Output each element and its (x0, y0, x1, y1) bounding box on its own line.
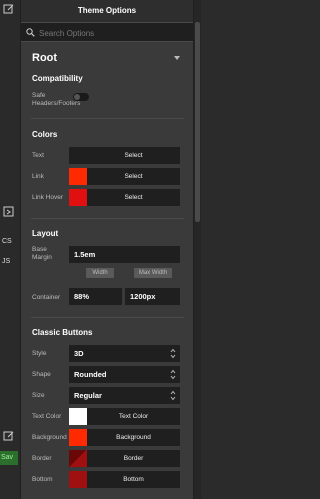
select-button-text[interactable]: Select (87, 147, 180, 164)
divider (31, 118, 184, 119)
divider (31, 317, 184, 318)
color-row-text: Select (69, 147, 180, 164)
container-width-input[interactable]: 88% (69, 288, 122, 305)
button-bottom-swatch[interactable] (69, 471, 87, 488)
search-input[interactable] (39, 26, 187, 40)
edit-icon[interactable] (3, 3, 15, 15)
color-swatch-text[interactable] (69, 147, 87, 164)
button-background-row: Background (69, 429, 180, 446)
shape-label: Shape (32, 371, 51, 378)
color-label-link: Link (32, 173, 44, 180)
button-border-row: Border (69, 450, 180, 467)
color-swatch-link[interactable] (69, 168, 87, 185)
container-max-width-input[interactable]: 1200px (125, 288, 180, 305)
scrollbar-thumb[interactable] (195, 22, 200, 222)
button-bottom-row: Bottom (69, 471, 180, 488)
color-swatch-link-hover[interactable] (69, 189, 87, 206)
button-text-color-row: Text Color (69, 408, 180, 425)
button-text-color-select[interactable]: Text Color (87, 408, 180, 425)
js-label[interactable]: JS (2, 258, 10, 265)
select-button-link[interactable]: Select (87, 168, 180, 185)
color-row-link: Select (69, 168, 180, 185)
search-bar (21, 22, 193, 42)
updown-arrows-icon (170, 390, 176, 401)
size-select[interactable]: Regular (69, 387, 180, 404)
root-section-title: Root (32, 52, 58, 64)
shape-select[interactable]: Rounded (69, 366, 180, 383)
color-label-text: Text (32, 152, 44, 159)
updown-arrows-icon (170, 369, 176, 380)
select-button-link-hover[interactable]: Select (87, 189, 180, 206)
toggle-knob (74, 94, 80, 100)
save-button[interactable]: Sav (0, 451, 18, 465)
button-text-color-swatch[interactable] (69, 408, 87, 425)
color-row-link-hover: Select (69, 189, 180, 206)
style-select[interactable]: 3D (69, 345, 180, 362)
border-label: Border (32, 455, 52, 462)
save-label: Sav (1, 454, 14, 461)
safe-headers-label: Safe Headers/Footers (32, 92, 81, 107)
collapse-caret-icon[interactable] (174, 56, 180, 60)
bottom-label: Bottom (32, 476, 53, 483)
left-app-strip: CS JS Sav (0, 0, 20, 499)
button-background-select[interactable]: Background (87, 429, 180, 446)
layout-title: Layout (32, 229, 59, 238)
compatibility-title: Compatibility (32, 74, 83, 83)
max-width-tag: Max Width (134, 268, 172, 278)
search-icon (26, 28, 35, 37)
divider (31, 218, 184, 219)
classic-buttons-title: Classic Buttons (32, 328, 93, 337)
colors-title: Colors (32, 130, 58, 139)
css-label[interactable]: CS (2, 238, 12, 245)
background-label: Background (32, 434, 67, 441)
theme-options-panel: Theme Options Root Compatibility Safe He… (20, 0, 194, 499)
button-bottom-select[interactable]: Bottom (87, 471, 180, 488)
updown-arrows-icon (170, 348, 176, 359)
text-color-label: Text Color (32, 413, 62, 420)
shape-value: Rounded (74, 370, 107, 379)
panel-toggle-icon[interactable] (3, 206, 15, 218)
width-tag: Width (86, 268, 114, 278)
size-label: Size (32, 392, 45, 399)
safe-headers-toggle[interactable] (73, 93, 89, 101)
color-label-link-hover: Link Hover (32, 194, 64, 201)
panel-scrollbar[interactable] (194, 0, 201, 499)
style-value: 3D (74, 349, 84, 358)
style-label: Style (32, 350, 47, 357)
container-label: Container (32, 294, 61, 301)
base-margin-input[interactable]: 1.5em (69, 246, 180, 263)
panel-title: Theme Options (21, 0, 193, 22)
button-border-select[interactable]: Border (87, 450, 180, 467)
button-border-swatch[interactable] (69, 450, 87, 467)
edit-icon-bottom[interactable] (3, 430, 15, 442)
size-value: Regular (74, 391, 102, 400)
base-margin-label: Base Margin (32, 246, 52, 261)
button-background-swatch[interactable] (69, 429, 87, 446)
